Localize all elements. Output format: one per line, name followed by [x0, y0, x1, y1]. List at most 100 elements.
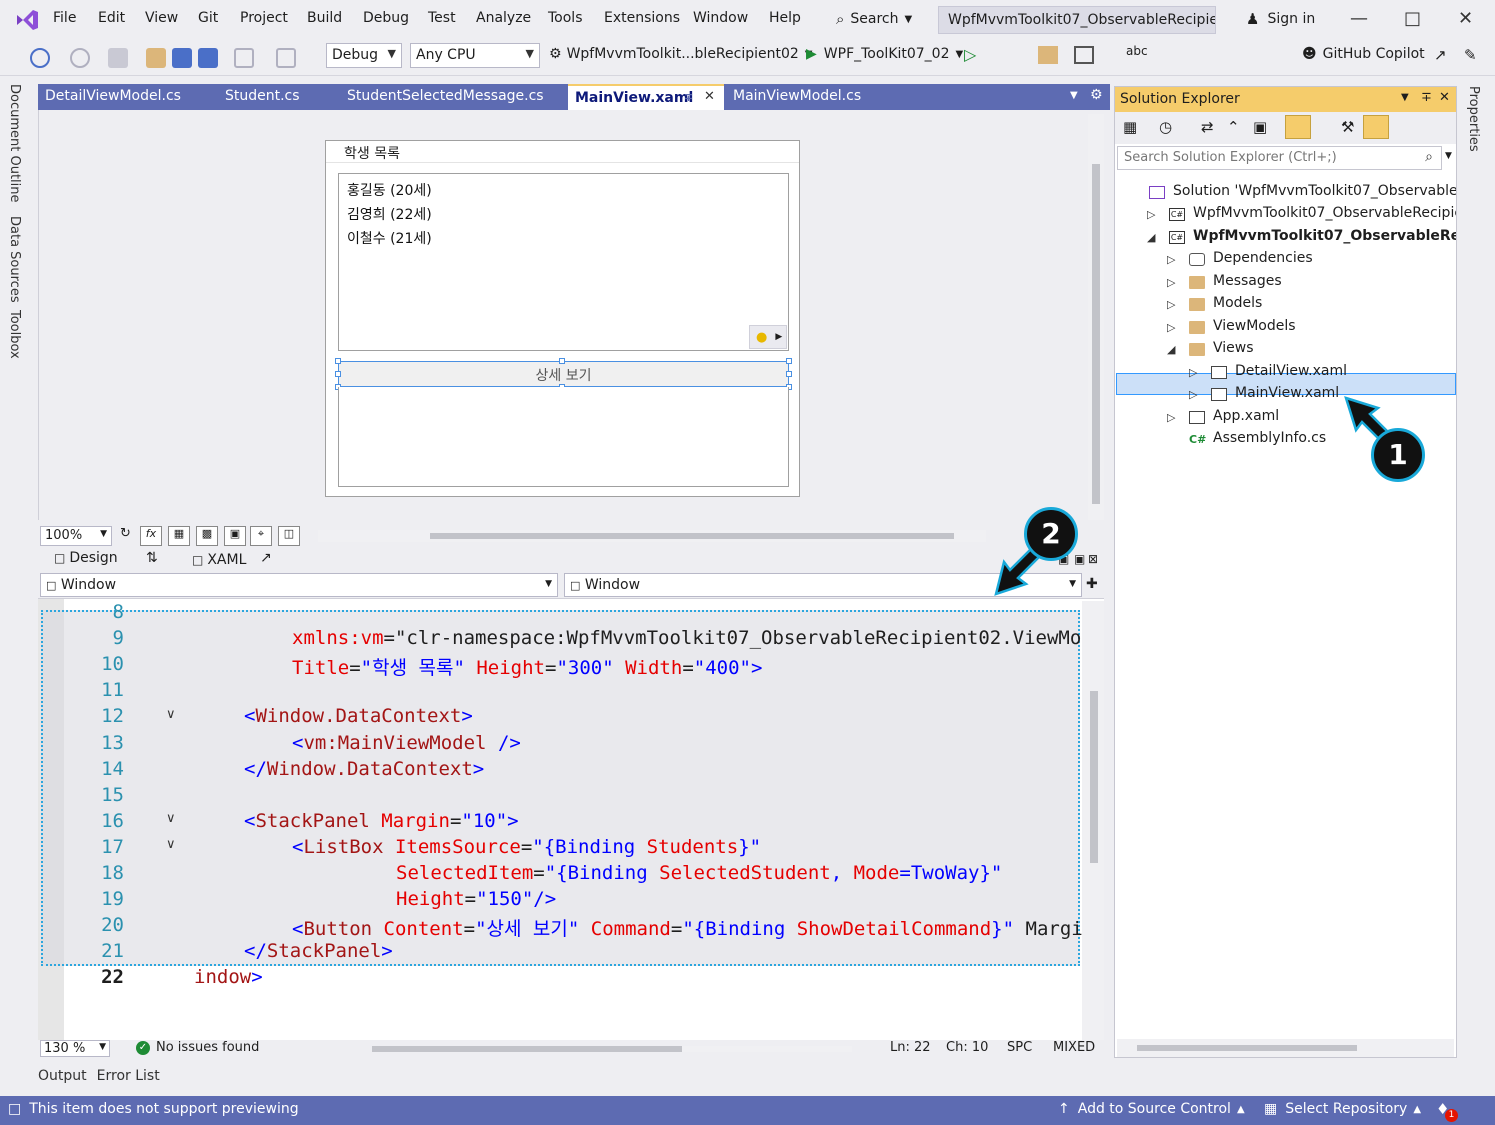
tree-item[interactable]: MainView.xaml: [1235, 385, 1339, 401]
code-line[interactable]: </StackPanel>: [244, 940, 393, 962]
code-line[interactable]: <Window.DataContext>: [244, 705, 473, 727]
tree-expander-icon[interactable]: ▷: [1167, 321, 1175, 334]
tree-expander-icon[interactable]: ◢: [1147, 231, 1155, 244]
close-icon[interactable]: ✕: [1458, 8, 1473, 29]
menu-window[interactable]: Window: [693, 10, 748, 26]
scroll-thumb[interactable]: [1092, 164, 1100, 504]
tree-expander-icon[interactable]: ▷: [1167, 253, 1175, 266]
scroll-thumb[interactable]: [1137, 1045, 1357, 1051]
error-list-tab[interactable]: Error List: [97, 1068, 160, 1084]
feedback-icon[interactable]: ✎: [1464, 46, 1477, 64]
split-pane-icon[interactable]: ✚: [1086, 576, 1098, 592]
tree-expander-icon[interactable]: ▷: [1189, 388, 1197, 401]
tree-item[interactable]: Solution 'WpfMvvmToolkit07_ObservableRec…: [1173, 183, 1456, 199]
refresh-icon[interactable]: ↻: [120, 526, 131, 541]
list-item[interactable]: 이철수 (21세): [347, 228, 432, 248]
start-without-debugging-icon[interactable]: ▷: [964, 45, 976, 64]
fold-icon[interactable]: ∨: [166, 707, 176, 722]
spellcheck-icon[interactable]: abc: [1126, 44, 1148, 58]
menu-view[interactable]: View: [145, 10, 178, 26]
tab-mainviewmodel[interactable]: MainViewModel.cs: [726, 84, 902, 110]
back-icon[interactable]: [30, 48, 50, 68]
tree-item[interactable]: WpfMvvmToolkit07_ObservableRecipient0: [1193, 228, 1456, 244]
tree-item[interactable]: Views: [1213, 340, 1254, 356]
notifications-button[interactable]: ♦ 1: [1436, 1100, 1458, 1122]
switch-views-icon[interactable]: ▦: [1123, 118, 1137, 136]
whitespace-indicator[interactable]: SPC: [1007, 1040, 1032, 1055]
config-dropdown[interactable]: Debug ▼: [326, 43, 402, 68]
pin-icon[interactable]: ∓: [1421, 90, 1432, 105]
add-to-source-control-button[interactable]: ↑ Add to Source Control ▲: [1058, 1101, 1245, 1117]
list-item[interactable]: 김영희 (22세): [347, 204, 432, 224]
code-line[interactable]: xmlns:vm="clr-namespace:WpfMvvmToolkit07…: [292, 627, 1104, 649]
design-tab[interactable]: □ Design: [54, 550, 118, 566]
element-nav-dropdown-left[interactable]: □ Window ▼: [40, 573, 558, 597]
output-tab[interactable]: Output: [38, 1068, 87, 1084]
tree-item[interactable]: Models: [1213, 295, 1262, 311]
close-tab-icon[interactable]: ✕: [704, 89, 715, 104]
start-debugging-button[interactable]: ▶ WPF_ToolKit07_02 ▼: [806, 46, 963, 62]
resize-handle[interactable]: [559, 358, 565, 364]
expand-pane-icon[interactable]: ▣: [1074, 552, 1085, 566]
global-search[interactable]: ⌕ Search ▼: [836, 10, 912, 28]
select-repository-button[interactable]: ▦ Select Repository ▲: [1264, 1101, 1421, 1117]
code-line[interactable]: <StackPanel Margin="10">: [244, 810, 519, 832]
panel-menu-icon[interactable]: ▼: [1401, 92, 1409, 103]
solution-search-input[interactable]: Search Solution Explorer (Ctrl+;) ⌕: [1117, 146, 1442, 170]
close-icon[interactable]: ✕: [1439, 90, 1450, 105]
resize-handle[interactable]: [786, 358, 792, 364]
menu-extensions[interactable]: Extensions: [604, 10, 680, 26]
scroll-thumb[interactable]: [372, 1046, 682, 1052]
tree-item[interactable]: DetailView.xaml: [1235, 363, 1347, 379]
tree-item[interactable]: Dependencies: [1213, 250, 1313, 266]
history-icon[interactable]: ◷: [1159, 118, 1172, 136]
menu-tools[interactable]: Tools: [548, 10, 583, 26]
xaml-code-editor[interactable]: 8 9 xmlns:vm="clr-namespace:WpfMvvmToolkit…: [38, 598, 1104, 1041]
effects-icon[interactable]: fx: [140, 526, 162, 546]
tree-expander-icon[interactable]: ▷: [1167, 276, 1175, 289]
maximize-icon[interactable]: □: [1404, 8, 1421, 29]
open-folder-icon[interactable]: [146, 48, 166, 68]
editor-zoom-dropdown[interactable]: 130 % ▼: [40, 1040, 110, 1057]
menu-test[interactable]: Test: [428, 10, 456, 26]
tree-item[interactable]: App.xaml: [1213, 408, 1279, 424]
editor-horizontal-scrollbar[interactable]: [372, 1046, 852, 1052]
device-icon[interactable]: ◫: [278, 526, 300, 546]
tree-expander-icon[interactable]: ▷: [1167, 298, 1175, 311]
tab-studentselectedmessage[interactable]: StudentSelectedMessage.cs: [340, 84, 568, 110]
resize-handle[interactable]: [335, 358, 341, 364]
tab-student[interactable]: Student.cs: [218, 84, 338, 110]
save-all-icon[interactable]: [198, 48, 218, 68]
show-all-files-icon[interactable]: ▣: [1253, 118, 1267, 136]
tab-list-dropdown-icon[interactable]: ▼: [1070, 90, 1078, 101]
menu-build[interactable]: Build: [307, 10, 342, 26]
code-line[interactable]: </Window.DataContext>: [244, 758, 484, 780]
designer-vertical-scrollbar[interactable]: [1088, 114, 1104, 520]
tree-item[interactable]: WpfMvvmToolkit07_ObservableRecipient01: [1193, 205, 1456, 221]
layout-icon[interactable]: [1074, 46, 1094, 64]
designer-listbox[interactable]: 홍길동 (20세) 김영희 (22세) 이철수 (21세) ● ▶: [338, 173, 789, 351]
collapse-all-icon[interactable]: ⌃: [1227, 118, 1240, 136]
menu-git[interactable]: Git: [198, 10, 218, 26]
tree-expander-icon[interactable]: ▷: [1147, 208, 1155, 221]
column-indicator[interactable]: Ch: 10: [946, 1040, 988, 1055]
tree-item[interactable]: AssemblyInfo.cs: [1213, 430, 1326, 446]
menu-help[interactable]: Help: [769, 10, 801, 26]
preview-selected-icon[interactable]: [1363, 115, 1389, 139]
platform-dropdown[interactable]: Any CPU ▼: [410, 43, 540, 68]
code-line[interactable]: indow>: [194, 966, 263, 988]
grid-icon[interactable]: ▦: [168, 526, 190, 546]
minimize-icon[interactable]: —: [1350, 8, 1368, 29]
toolbox-tab[interactable]: Toolbox: [7, 310, 22, 359]
swap-panes-icon[interactable]: ⇅: [146, 550, 158, 566]
resize-handle[interactable]: [335, 371, 341, 377]
menu-debug[interactable]: Debug: [363, 10, 409, 26]
list-item[interactable]: 홍길동 (20세): [347, 180, 432, 200]
forward-icon[interactable]: [70, 48, 90, 68]
tree-expander-icon[interactable]: ◢: [1167, 343, 1175, 356]
code-line[interactable]: <ListBox ItemsSource="{Binding Students}…: [292, 836, 761, 858]
document-outline-tab[interactable]: Document Outline: [7, 84, 22, 203]
designer-zoom-dropdown[interactable]: 100% ▼: [40, 526, 112, 546]
sync-icon[interactable]: ⇄: [1201, 118, 1214, 136]
snap-lines-icon[interactable]: ⌖: [250, 526, 272, 546]
